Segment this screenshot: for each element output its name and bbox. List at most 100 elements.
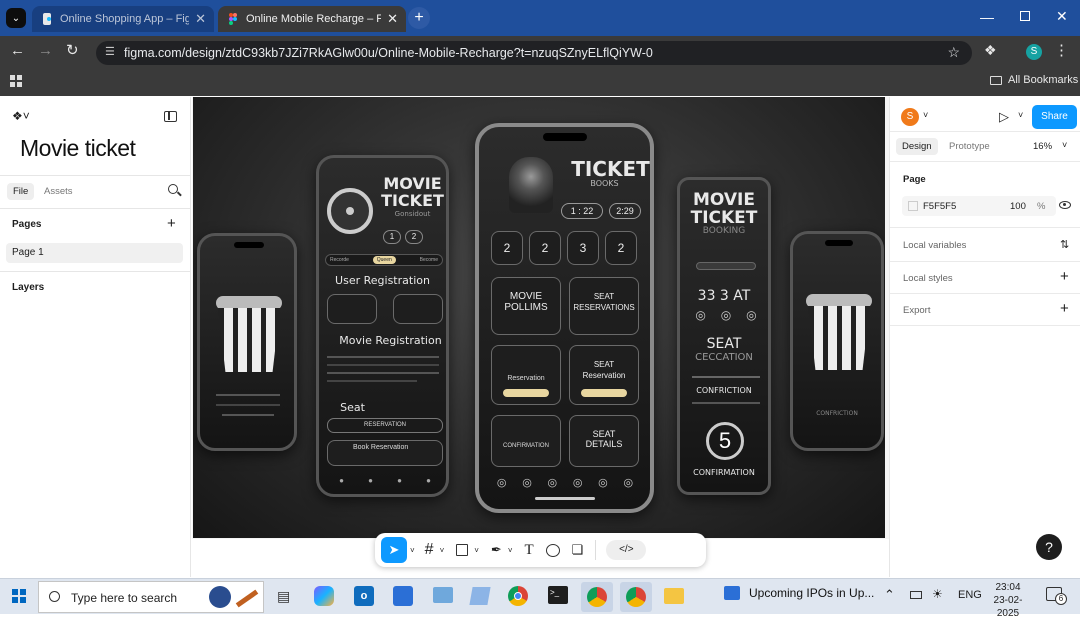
present-play-icon[interactable]: ▷ xyxy=(999,109,1009,125)
user-avatar[interactable]: S xyxy=(901,108,919,126)
chevron-down-icon[interactable]: ˅ xyxy=(1062,140,1067,150)
center-card-6: SEAT DETAILS xyxy=(585,429,623,449)
close-window-icon[interactable]: ✕ xyxy=(1056,8,1068,25)
address-bar[interactable]: ☰ figma.com/design/ztdC93kb7JZi7RkAGlw00… xyxy=(96,41,972,65)
figma-tool-bar: ➤ ˅ # ˅ ˅ ✒ ˅ T ❏ </> xyxy=(375,533,706,567)
chrome-profile-icon[interactable] xyxy=(620,582,652,612)
taskbar-search[interactable]: Type here to search xyxy=(38,581,264,613)
tab-online-mobile-recharge[interactable]: Online Mobile Recharge – Figm ✕ xyxy=(218,6,406,32)
close-icon[interactable]: ✕ xyxy=(195,11,206,27)
local-styles-heading: Local styles xyxy=(903,273,953,284)
center-chip-1: 1 : 22 xyxy=(561,203,603,219)
center-card-2: SEAT RESERVATIONS xyxy=(573,292,635,312)
actions-icon[interactable]: ❏ xyxy=(572,542,584,558)
chevron-down-icon[interactable]: ˅ xyxy=(508,546,513,555)
tab-title: Online Mobile Recharge – Figm xyxy=(246,13,382,25)
right-phone-big-number: 5 xyxy=(706,422,744,460)
chevron-down-icon[interactable]: ˅ xyxy=(1018,110,1023,120)
bookmark-star-icon[interactable]: ☆ xyxy=(947,44,960,61)
restore-icon[interactable] xyxy=(1020,11,1030,21)
tab-file[interactable]: File xyxy=(7,183,35,200)
right-phone-nums: 33 3 AT xyxy=(697,288,751,304)
files-icon[interactable] xyxy=(469,587,491,605)
mail-icon[interactable] xyxy=(433,587,453,603)
frame-tool-icon[interactable]: # xyxy=(425,541,434,559)
chrome-icon[interactable] xyxy=(508,586,528,606)
more-menu-icon[interactable]: ⋮ xyxy=(1054,41,1069,59)
add-style-icon[interactable]: + xyxy=(1060,268,1069,285)
cricket-icon xyxy=(209,586,231,608)
tab-search-button[interactable]: ⌄ xyxy=(6,8,26,28)
tab-prototype[interactable]: Prototype xyxy=(949,141,990,152)
new-tab-button[interactable]: + xyxy=(408,7,430,29)
apps-grid-icon[interactable] xyxy=(10,75,22,87)
figma-menu-icon[interactable]: ❖˅ xyxy=(12,109,30,123)
extensions-icon[interactable]: ❖ xyxy=(984,42,997,59)
right-phone-seat: SEAT xyxy=(706,336,742,352)
notifications-icon[interactable]: 6 xyxy=(1046,587,1067,605)
far-right-caption: CONFRICTION xyxy=(816,410,858,417)
zoom-level[interactable]: 16% xyxy=(1033,141,1052,152)
text-tool-icon[interactable]: T xyxy=(525,542,534,559)
search-icon xyxy=(49,591,60,602)
left-phone-section-3: Seat xyxy=(340,401,365,414)
chevron-down-icon[interactable]: ˅ xyxy=(410,546,415,555)
back-icon[interactable]: ← xyxy=(10,42,25,59)
terminal-icon[interactable]: >_ xyxy=(548,586,568,604)
language-indicator[interactable]: ENG xyxy=(958,589,982,601)
right-phone-confirm-1: CONFRICTION xyxy=(696,386,752,395)
comment-tool-icon[interactable] xyxy=(545,543,560,557)
variables-icon[interactable]: ⇅ xyxy=(1060,238,1069,251)
visibility-eye-icon[interactable] xyxy=(1059,201,1071,209)
add-page-icon[interactable]: + xyxy=(167,215,176,232)
page-section-heading: Page xyxy=(903,174,926,185)
move-tool-icon[interactable]: ➤ xyxy=(381,537,407,563)
share-button[interactable]: Share xyxy=(1032,105,1077,129)
news-widget[interactable]: Upcoming IPOs in Up... xyxy=(724,586,874,600)
tab-assets[interactable]: Assets xyxy=(44,186,73,197)
page-item[interactable]: Page 1 xyxy=(6,243,183,263)
reload-icon[interactable]: ↻ xyxy=(66,41,79,59)
copilot-icon[interactable] xyxy=(314,586,334,606)
chevron-down-icon[interactable]: ˅ xyxy=(474,546,479,555)
outlook-icon[interactable]: o xyxy=(354,586,374,606)
center-tile: 2 xyxy=(605,231,637,265)
center-card-5: CONFIRMATION xyxy=(503,443,549,449)
center-phone-subtitle: BOOKS xyxy=(590,179,619,188)
file-name[interactable]: Movie ticket xyxy=(20,135,136,162)
tab-design[interactable]: Design xyxy=(896,138,938,155)
help-button[interactable]: ? xyxy=(1036,534,1062,560)
file-explorer-icon[interactable] xyxy=(664,588,684,604)
chevron-down-icon[interactable]: ˅ xyxy=(923,110,928,120)
minimize-icon[interactable]: — xyxy=(980,9,994,25)
forward-icon[interactable]: → xyxy=(38,42,53,59)
dev-mode-toggle[interactable]: </> xyxy=(606,540,647,560)
pen-tool-icon[interactable]: ✒ xyxy=(491,542,502,558)
site-info-icon[interactable]: ☰ xyxy=(105,45,115,58)
wifi-icon[interactable]: ☀ xyxy=(932,587,943,601)
rectangle-tool-icon[interactable] xyxy=(456,544,469,556)
color-swatch[interactable] xyxy=(908,201,918,211)
add-export-icon[interactable]: + xyxy=(1060,300,1069,317)
phone-mockup-far-left xyxy=(197,233,297,451)
clock[interactable]: 23:04 23-02-2025 xyxy=(986,581,1030,620)
toggle-sidebar-icon[interactable] xyxy=(164,111,177,122)
task-view-icon[interactable]: ▤ xyxy=(277,588,290,605)
figma-icon xyxy=(229,13,237,25)
chrome-profile-icon[interactable] xyxy=(581,582,613,612)
left-phone-section-2: Movie Registration xyxy=(339,334,442,347)
windows-start-icon[interactable] xyxy=(12,589,26,603)
close-icon[interactable]: ✕ xyxy=(387,11,398,27)
tab-online-shopping[interactable]: Online Shopping App – Figma ✕ xyxy=(32,6,214,32)
profile-avatar[interactable]: S xyxy=(1026,44,1042,60)
all-bookmarks[interactable]: All Bookmarks xyxy=(990,74,1078,86)
search-icon[interactable] xyxy=(168,184,182,197)
battery-icon[interactable] xyxy=(910,591,922,599)
notification-count: 6 xyxy=(1055,593,1067,605)
store-icon[interactable] xyxy=(393,586,413,606)
chevron-down-icon[interactable]: ˅ xyxy=(440,546,445,555)
export-heading: Export xyxy=(903,305,931,316)
show-hidden-icons[interactable]: ⌃ xyxy=(884,587,895,603)
page-color-field[interactable]: F5F5F5 100 % xyxy=(902,196,1056,216)
movie-ticket-artwork[interactable]: MOVIE TICKET Gonsidout 1 2 Recorde Queen… xyxy=(193,97,885,538)
